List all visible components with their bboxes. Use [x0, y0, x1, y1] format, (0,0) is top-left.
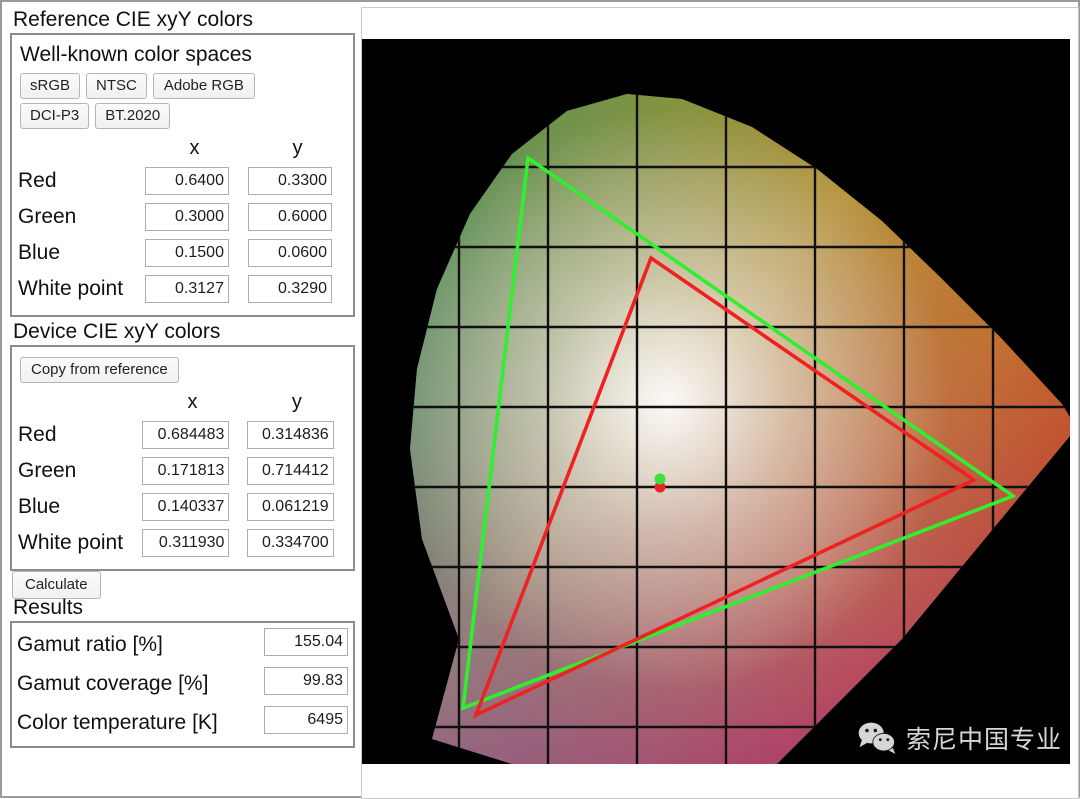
- device-red-label: Red: [18, 423, 57, 446]
- reference-green-label: Green: [18, 205, 77, 228]
- preset-button-row-1: sRGB NTSC Adobe RGB: [20, 73, 347, 99]
- reference-section-title: Reference CIE xyY colors: [13, 8, 254, 31]
- device-groupbox: Copy from reference x y Red 0.684483 0.3…: [10, 345, 355, 571]
- device-red-x-input[interactable]: 0.684483: [142, 421, 230, 449]
- reference-green-y-input[interactable]: 0.6000: [247, 203, 332, 231]
- device-blue-label: Blue: [18, 495, 61, 518]
- device-row-red: Red 0.684483 0.314836: [18, 417, 347, 453]
- reference-row-red: Red 0.6400 0.3300: [18, 163, 347, 199]
- reference-table: x y Red 0.6400 0.3300 Green 0.3000 0.600…: [18, 133, 347, 307]
- device-white-point-x-input[interactable]: 0.311930: [142, 529, 230, 557]
- reference-red-label: Red: [18, 169, 57, 192]
- controls-panel: Reference CIE xyY colors Well-known colo…: [10, 7, 355, 797]
- results-row-gamut-ratio: Gamut ratio [%] 155.04: [17, 625, 348, 664]
- device-header-row: x y: [18, 387, 347, 417]
- device-green-x-input[interactable]: 0.171813: [142, 457, 230, 485]
- device-row-blue: Blue 0.140337 0.061219: [18, 489, 347, 525]
- app-window: Reference CIE xyY colors Well-known colo…: [0, 0, 1080, 799]
- preset-dci-p3-button[interactable]: DCI-P3: [20, 103, 90, 129]
- device-section-title: Device CIE xyY colors: [13, 320, 221, 343]
- device-row-white-point: White point 0.311930 0.334700: [18, 525, 347, 561]
- preset-bt2020-button[interactable]: BT.2020: [95, 103, 171, 129]
- device-blue-x-input[interactable]: 0.140337: [142, 493, 230, 521]
- results-section-title: Results: [13, 596, 84, 619]
- results-row-color-temperature: Color temperature [K] 6495: [17, 703, 348, 742]
- reference-col-x-header: x: [189, 137, 200, 159]
- device-white-point-marker: [654, 473, 666, 485]
- reference-white-point-y-input[interactable]: 0.3290: [247, 275, 332, 303]
- cie-diagram-svg: [362, 39, 1070, 764]
- device-blue-y-input[interactable]: 0.061219: [246, 493, 334, 521]
- reference-blue-y-input[interactable]: 0.0600: [247, 239, 332, 267]
- calculate-row: Calculate: [12, 571, 355, 599]
- diagram-panel: 索尼中国专业: [361, 7, 1079, 799]
- reference-white-point-x-input[interactable]: 0.3127: [144, 275, 229, 303]
- reference-green-x-input[interactable]: 0.3000: [144, 203, 229, 231]
- preset-button-row-2: DCI-P3 BT.2020: [20, 103, 347, 129]
- reference-row-green: Green 0.3000 0.6000: [18, 199, 347, 235]
- device-red-y-input[interactable]: 0.314836: [246, 421, 334, 449]
- device-col-x-header: x: [187, 391, 198, 413]
- preset-adobe-rgb-button[interactable]: Adobe RGB: [152, 73, 255, 99]
- wellknown-subtitle: Well-known color spaces: [20, 43, 252, 66]
- device-row-green: Green 0.171813 0.714412: [18, 453, 347, 489]
- cie-chromaticity-diagram[interactable]: 索尼中国专业: [362, 39, 1070, 764]
- device-white-point-y-input[interactable]: 0.334700: [246, 529, 334, 557]
- preset-ntsc-button[interactable]: NTSC: [86, 73, 147, 99]
- reference-groupbox: Well-known color spaces sRGB NTSC Adobe …: [10, 33, 355, 317]
- reference-red-y-input[interactable]: 0.3300: [247, 167, 332, 195]
- color-temperature-label: Color temperature [K]: [17, 711, 218, 734]
- results-row-gamut-coverage: Gamut coverage [%] 99.83: [17, 664, 348, 703]
- device-col-y-header: y: [291, 391, 302, 413]
- copy-from-reference-button[interactable]: Copy from reference: [20, 357, 179, 383]
- device-green-label: Green: [18, 459, 77, 482]
- copy-button-row: Copy from reference: [20, 357, 347, 383]
- window-client-area: Reference CIE xyY colors Well-known colo…: [5, 5, 1079, 799]
- reference-col-y-header: y: [292, 137, 303, 159]
- results-groupbox: Gamut ratio [%] 155.04 Gamut coverage [%…: [10, 621, 355, 748]
- device-table: x y Red 0.684483 0.314836 Green 0.171813…: [18, 387, 347, 561]
- color-temperature-value: 6495: [264, 706, 348, 734]
- gamut-coverage-value: 99.83: [264, 667, 348, 695]
- reference-red-x-input[interactable]: 0.6400: [144, 167, 229, 195]
- gamut-ratio-value: 155.04: [264, 628, 348, 656]
- preset-srgb-button[interactable]: sRGB: [20, 73, 81, 99]
- reference-row-blue: Blue 0.1500 0.0600: [18, 235, 347, 271]
- results-table: Gamut ratio [%] 155.04 Gamut coverage [%…: [17, 625, 348, 742]
- reference-blue-x-input[interactable]: 0.1500: [144, 239, 229, 267]
- device-green-y-input[interactable]: 0.714412: [246, 457, 334, 485]
- gamut-ratio-label: Gamut ratio [%]: [17, 633, 163, 656]
- reference-row-white-point: White point 0.3127 0.3290: [18, 271, 347, 307]
- device-white-point-label: White point: [18, 531, 124, 554]
- reference-header-row: x y: [18, 133, 347, 163]
- reference-white-point-label: White point: [18, 277, 124, 300]
- gamut-coverage-label: Gamut coverage [%]: [17, 672, 209, 695]
- reference-blue-label: Blue: [18, 241, 61, 264]
